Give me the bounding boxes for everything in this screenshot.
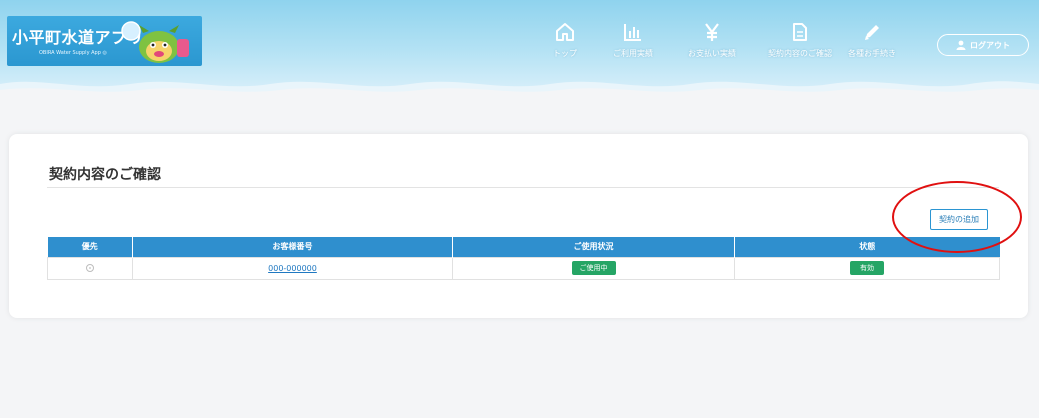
- nav-payment-label: お支払い実績: [688, 49, 736, 58]
- customer-number-cell: 000-000000: [132, 256, 453, 280]
- nav-top-label: トップ: [553, 49, 577, 58]
- nav-top[interactable]: トップ: [550, 22, 580, 59]
- pencil-icon: [865, 25, 879, 40]
- yen-icon: [705, 23, 719, 41]
- nav-procedures[interactable]: 各種お手続き: [842, 22, 902, 59]
- table-row: 000-000000 ご使用中 有効: [47, 256, 1000, 280]
- nav-usage[interactable]: ご利用実績: [608, 22, 658, 59]
- nav-procedures-label: 各種お手続き: [848, 49, 896, 58]
- customer-number-link[interactable]: 000-000000: [268, 264, 317, 273]
- contracts-table: 優先 お客様番号 ご使用状況 状態 000-000000 ご使用中 有効: [47, 237, 1000, 280]
- nav-payment[interactable]: お支払い実績: [682, 22, 742, 59]
- app-header: 小平町水道アプリ OBIRA Water Supply App ◎ トップ ご利…: [0, 0, 1039, 92]
- nav-contract[interactable]: 契約内容のご確認: [760, 22, 840, 59]
- mascot-icon: [121, 21, 189, 63]
- contract-card: 契約内容のご確認 契約の追加 優先 お客様番号 ご使用状況 状態 000-000…: [9, 134, 1028, 318]
- column-header-usage-status: ご使用状況: [452, 237, 735, 257]
- column-header-priority: 優先: [47, 237, 133, 257]
- bar-chart-icon: [624, 24, 641, 41]
- state-badge: 有効: [850, 261, 884, 275]
- usage-status-badge: ご使用中: [571, 261, 616, 275]
- app-logo[interactable]: 小平町水道アプリ OBIRA Water Supply App ◎: [7, 16, 202, 66]
- column-header-state: 状態: [734, 237, 1000, 257]
- add-contract-button[interactable]: 契約の追加: [930, 209, 988, 230]
- usage-status-cell: ご使用中: [452, 256, 735, 280]
- nav-usage-label: ご利用実績: [613, 49, 653, 58]
- logout-label: ログアウト: [970, 40, 1010, 50]
- user-icon: [956, 40, 966, 50]
- nav-contract-label: 契約内容のご確認: [768, 49, 832, 58]
- logout-button[interactable]: ログアウト: [937, 34, 1029, 56]
- header-wave-decoration: [0, 81, 1039, 92]
- priority-cell: [47, 256, 133, 280]
- app-subtitle: OBIRA Water Supply App ◎: [39, 50, 107, 56]
- title-divider: [47, 187, 999, 188]
- priority-radio[interactable]: [86, 264, 94, 272]
- page-title: 契約内容のご確認: [49, 167, 161, 183]
- home-icon: [556, 23, 574, 41]
- table-header-row: 優先 お客様番号 ご使用状況 状態: [47, 237, 1000, 257]
- column-header-customer-number: お客様番号: [132, 237, 453, 257]
- state-cell: 有効: [734, 256, 1000, 280]
- document-icon: [793, 23, 807, 41]
